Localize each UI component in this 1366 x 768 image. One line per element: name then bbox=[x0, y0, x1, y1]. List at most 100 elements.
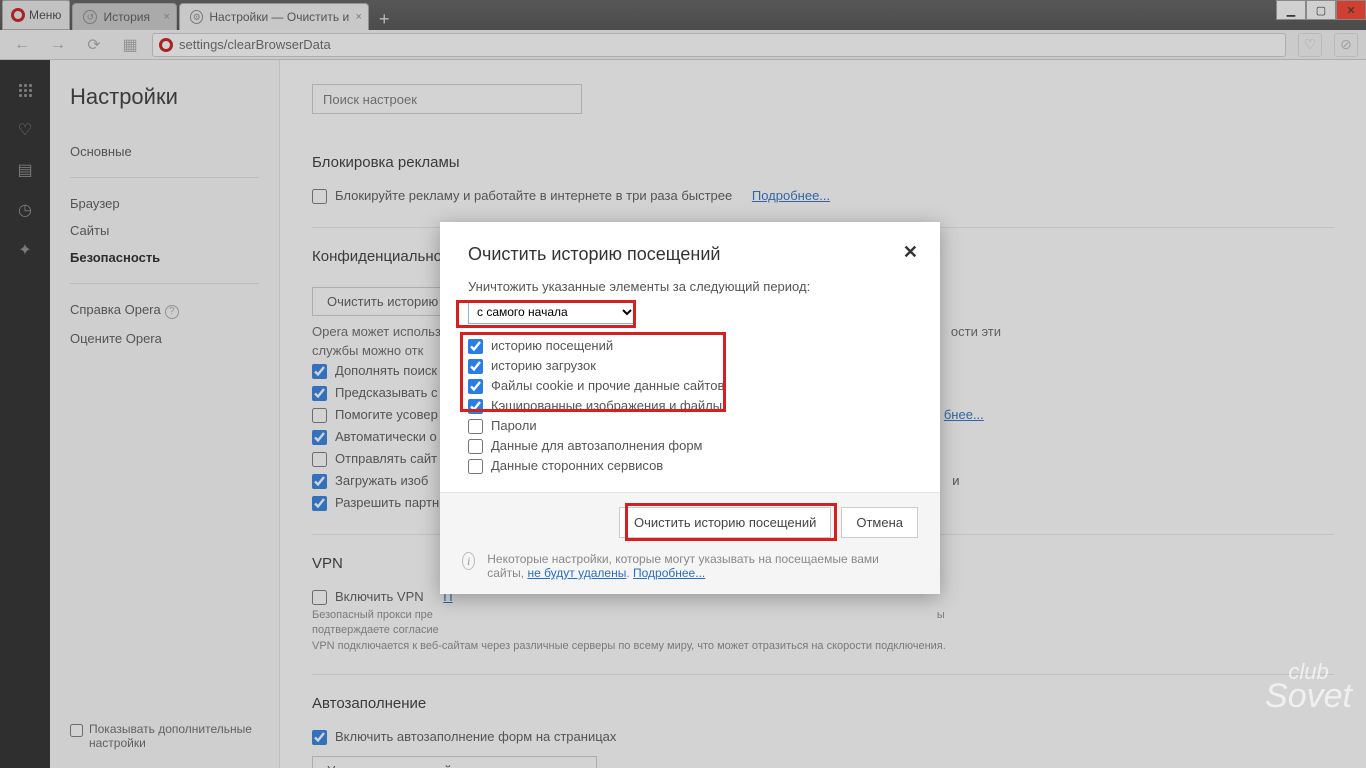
speed-dial-rail-icon[interactable] bbox=[15, 80, 35, 100]
window-maximize-button[interactable]: ▢ bbox=[1306, 0, 1336, 20]
history-icon: ↺ bbox=[83, 10, 97, 24]
extensions-rail-icon[interactable]: ✦ bbox=[15, 240, 35, 260]
tab-close-icon[interactable]: × bbox=[164, 11, 170, 23]
sidebar-item-security[interactable]: Безопасность bbox=[70, 244, 259, 271]
autofill-checkbox[interactable] bbox=[312, 730, 327, 745]
period-label: Уничтожить указанные элементы за следующ… bbox=[468, 279, 912, 294]
opera-logo-icon bbox=[11, 8, 25, 22]
history-rail-icon[interactable]: ◷ bbox=[15, 200, 35, 220]
adblock-checkbox[interactable] bbox=[312, 189, 327, 204]
info-icon: i bbox=[462, 552, 475, 570]
clear-downloads-checkbox[interactable] bbox=[468, 359, 483, 374]
autofill-label: Включить автозаполнение форм на страница… bbox=[335, 729, 616, 744]
address-text: settings/clearBrowserData bbox=[179, 37, 331, 52]
modal-note-text: Некоторые настройки, которые могут указы… bbox=[487, 552, 918, 580]
vpn-note-tail: ы bbox=[937, 609, 945, 621]
heart-rail-icon[interactable]: ♡ bbox=[15, 120, 35, 140]
window-close-button[interactable]: ✕ bbox=[1336, 0, 1366, 20]
modal-close-button[interactable]: ✕ bbox=[903, 242, 918, 263]
divider bbox=[70, 283, 259, 284]
tab-history[interactable]: ↺ История × bbox=[72, 3, 177, 30]
chk-label: историю загрузок bbox=[491, 358, 596, 373]
new-tab-button[interactable]: + bbox=[369, 9, 400, 30]
show-advanced-label: Показывать дополнительные настройки bbox=[89, 722, 259, 750]
chk-label: Кэшированные изображения и файлы bbox=[491, 398, 722, 413]
nav-toolbar: ← → ⟳ ▦ settings/clearBrowserData ♡ ⊘ bbox=[0, 30, 1366, 60]
sidebar-item-help[interactable]: Справка Opera? bbox=[70, 296, 259, 325]
opera-menu-button[interactable]: Меню bbox=[2, 0, 70, 30]
divider bbox=[70, 177, 259, 178]
help-icon: ? bbox=[165, 305, 179, 319]
clear-history-button[interactable]: Очистить историю bbox=[312, 287, 453, 316]
chk-label: историю посещений bbox=[491, 338, 613, 353]
forward-button[interactable]: → bbox=[44, 35, 72, 55]
vpn-checkbox[interactable] bbox=[312, 590, 327, 605]
modal-title: Очистить историю посещений bbox=[468, 244, 720, 264]
privacy-text-tail: ости эти bbox=[951, 324, 1001, 339]
adblock-more-link[interactable]: Подробнее... bbox=[752, 188, 830, 203]
clear-cancel-button[interactable]: Отмена bbox=[841, 507, 918, 538]
privacy-chk-6[interactable] bbox=[312, 474, 327, 489]
window-minimize-button[interactable]: ▁ bbox=[1276, 0, 1306, 20]
sidebar-item-basic[interactable]: Основные bbox=[70, 138, 259, 165]
tab-close-icon[interactable]: × bbox=[356, 11, 362, 23]
sidebar-item-rate[interactable]: Оцените Opera bbox=[70, 325, 259, 352]
privacy-chk-3[interactable] bbox=[312, 408, 327, 423]
vpn-note: VPN подключается к веб-сайтам через разл… bbox=[312, 639, 952, 654]
clear-browsing-history-checkbox[interactable] bbox=[468, 339, 483, 354]
adblock-icon[interactable]: ⊘ bbox=[1334, 33, 1358, 57]
chk-label: Файлы cookie и прочие данные сайтов bbox=[491, 378, 724, 393]
clear-thirdparty-checkbox[interactable] bbox=[468, 459, 483, 474]
more-link[interactable]: бнее... bbox=[944, 407, 984, 422]
privacy-text: Opera может использ bbox=[312, 324, 441, 339]
vpn-label: Включить VPN bbox=[335, 589, 424, 604]
autofill-manage-button[interactable]: Управление настройками автозаполнения bbox=[312, 756, 597, 768]
clear-cache-checkbox[interactable] bbox=[468, 399, 483, 414]
privacy-chk-7[interactable] bbox=[312, 496, 327, 511]
chk-label: Отправлять сайт bbox=[335, 451, 437, 466]
reload-button[interactable]: ⟳ bbox=[80, 35, 108, 55]
side-rail: ♡ ▤ ◷ ✦ bbox=[0, 60, 50, 768]
speed-dial-icon[interactable]: ▦ bbox=[116, 35, 144, 55]
privacy-chk-2[interactable] bbox=[312, 386, 327, 401]
clear-cookies-checkbox[interactable] bbox=[468, 379, 483, 394]
settings-title: Настройки bbox=[70, 84, 259, 110]
vpn-note: подтверждаете согласие bbox=[312, 623, 952, 638]
news-rail-icon[interactable]: ▤ bbox=[15, 160, 35, 180]
privacy-text: службы можно отк bbox=[312, 343, 423, 358]
tab-bar: Меню ↺ История × ⚙ Настройки — Очистить … bbox=[0, 0, 1366, 30]
sidebar-item-browser[interactable]: Браузер bbox=[70, 190, 259, 217]
address-bar[interactable]: settings/clearBrowserData bbox=[152, 33, 1286, 57]
chk-label-tail: и bbox=[952, 473, 959, 488]
search-settings-input[interactable] bbox=[312, 84, 582, 114]
chk-label: Загружать изоб bbox=[335, 473, 428, 488]
chk-label: Данные сторонних сервисов bbox=[491, 458, 663, 473]
show-advanced-checkbox[interactable] bbox=[70, 724, 83, 737]
chk-label: Пароли bbox=[491, 418, 537, 433]
clear-autofill-checkbox[interactable] bbox=[468, 439, 483, 454]
back-button[interactable]: ← bbox=[8, 35, 36, 55]
chk-label: Предсказывать с bbox=[335, 385, 438, 400]
period-select[interactable]: с самого начала bbox=[468, 300, 636, 324]
adblock-label: Блокируйте рекламу и работайте в интерне… bbox=[335, 188, 732, 203]
not-deleted-link[interactable]: не будут удалены bbox=[527, 566, 626, 580]
clear-passwords-checkbox[interactable] bbox=[468, 419, 483, 434]
bookmark-heart-icon[interactable]: ♡ bbox=[1298, 33, 1322, 57]
clear-history-modal: Очистить историю посещений ✕ Уничтожить … bbox=[440, 222, 940, 594]
vpn-note: Безопасный прокси пре bbox=[312, 609, 433, 621]
tab-settings[interactable]: ⚙ Настройки — Очистить и × bbox=[179, 3, 369, 30]
settings-sidebar: Настройки Основные Браузер Сайты Безопас… bbox=[50, 60, 280, 768]
tab-label: Настройки — Очистить и bbox=[209, 10, 358, 24]
privacy-chk-4[interactable] bbox=[312, 430, 327, 445]
chk-label: Разрешить партн bbox=[335, 495, 439, 510]
section-ads-title: Блокировка рекламы bbox=[312, 154, 1334, 171]
sidebar-item-sites[interactable]: Сайты bbox=[70, 217, 259, 244]
tab-label: История bbox=[103, 10, 166, 24]
privacy-chk-5[interactable] bbox=[312, 452, 327, 467]
modal-more-link[interactable]: Подробнее... bbox=[633, 566, 705, 580]
chk-label: Данные для автозаполнения форм bbox=[491, 438, 703, 453]
chk-label: Автоматически о bbox=[335, 429, 437, 444]
opera-scheme-icon bbox=[159, 38, 173, 52]
privacy-chk-1[interactable] bbox=[312, 364, 327, 379]
clear-confirm-button[interactable]: Очистить историю посещений bbox=[619, 507, 831, 538]
